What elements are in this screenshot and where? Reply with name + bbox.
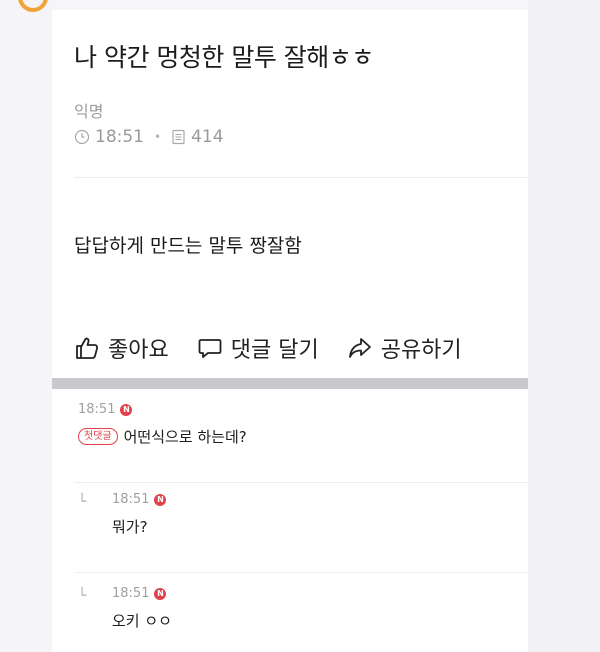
post-meta: 18:51 • 414 xyxy=(74,127,224,147)
reply-arrow-icon: └ xyxy=(78,588,87,604)
comment-bubble-icon xyxy=(198,339,222,358)
comment-time: 18:51 xyxy=(112,586,150,601)
comment-meta: 18:51 N xyxy=(112,586,172,601)
comment-divider xyxy=(74,572,528,573)
header-divider xyxy=(74,177,528,178)
thumbs-up-icon xyxy=(76,337,99,359)
comment-time: 18:51 xyxy=(112,492,150,507)
action-bar: 좋아요 댓글 달기 공유하기 xyxy=(74,332,490,364)
right-margin xyxy=(528,0,600,652)
comment-divider xyxy=(74,482,528,483)
comment-text: 오키 ㅇㅇ xyxy=(112,612,172,630)
comment-button[interactable]: 댓글 달기 xyxy=(197,332,319,364)
new-badge: N xyxy=(154,587,167,600)
new-badge: N xyxy=(154,493,167,506)
post-time: 18:51 xyxy=(95,127,144,147)
share-button[interactable]: 공유하기 xyxy=(347,332,462,364)
reply-item: └ 18:51 N 오키 ㅇㅇ xyxy=(52,584,528,652)
document-icon xyxy=(171,129,186,145)
section-divider-bar xyxy=(52,378,528,389)
post-author: 익명 xyxy=(74,102,104,121)
post-title: 나 약간 멍청한 말투 잘해ㅎㅎ xyxy=(74,43,374,72)
reply-arrow-icon: └ xyxy=(78,494,87,510)
like-button[interactable]: 좋아요 xyxy=(74,332,169,364)
comment-label: 댓글 달기 xyxy=(230,338,319,363)
comment-time: 18:51 xyxy=(78,402,116,417)
post-body: 답답하게 만드는 말투 짱잘함 xyxy=(74,235,302,257)
first-comment-tag: 첫댓글 xyxy=(78,428,118,445)
reply-item: └ 18:51 N 뭐가? xyxy=(52,492,528,572)
comment-meta: 18:51 N xyxy=(78,402,247,417)
comment-content: 첫댓글 어떤식으로 하는데? xyxy=(78,426,247,447)
comment-text: 뭐가? xyxy=(112,518,148,536)
comment-text: 어떤식으로 하는데? xyxy=(123,428,247,446)
meta-separator: • xyxy=(154,130,162,144)
post-views: 414 xyxy=(191,127,224,147)
clock-icon xyxy=(74,129,90,145)
new-badge: N xyxy=(120,403,133,416)
left-margin xyxy=(0,0,52,652)
comment-meta: 18:51 N xyxy=(112,492,167,507)
post-card: 나 약간 멍청한 말투 잘해ㅎㅎ 익명 18:51 • 414 답답하게 만드는… xyxy=(52,10,528,652)
share-label: 공유하기 xyxy=(380,338,462,363)
like-label: 좋아요 xyxy=(108,338,169,363)
share-icon xyxy=(348,338,371,358)
top-strip xyxy=(0,0,600,10)
comment-item: 18:51 N 첫댓글 어떤식으로 하는데? xyxy=(52,402,528,480)
